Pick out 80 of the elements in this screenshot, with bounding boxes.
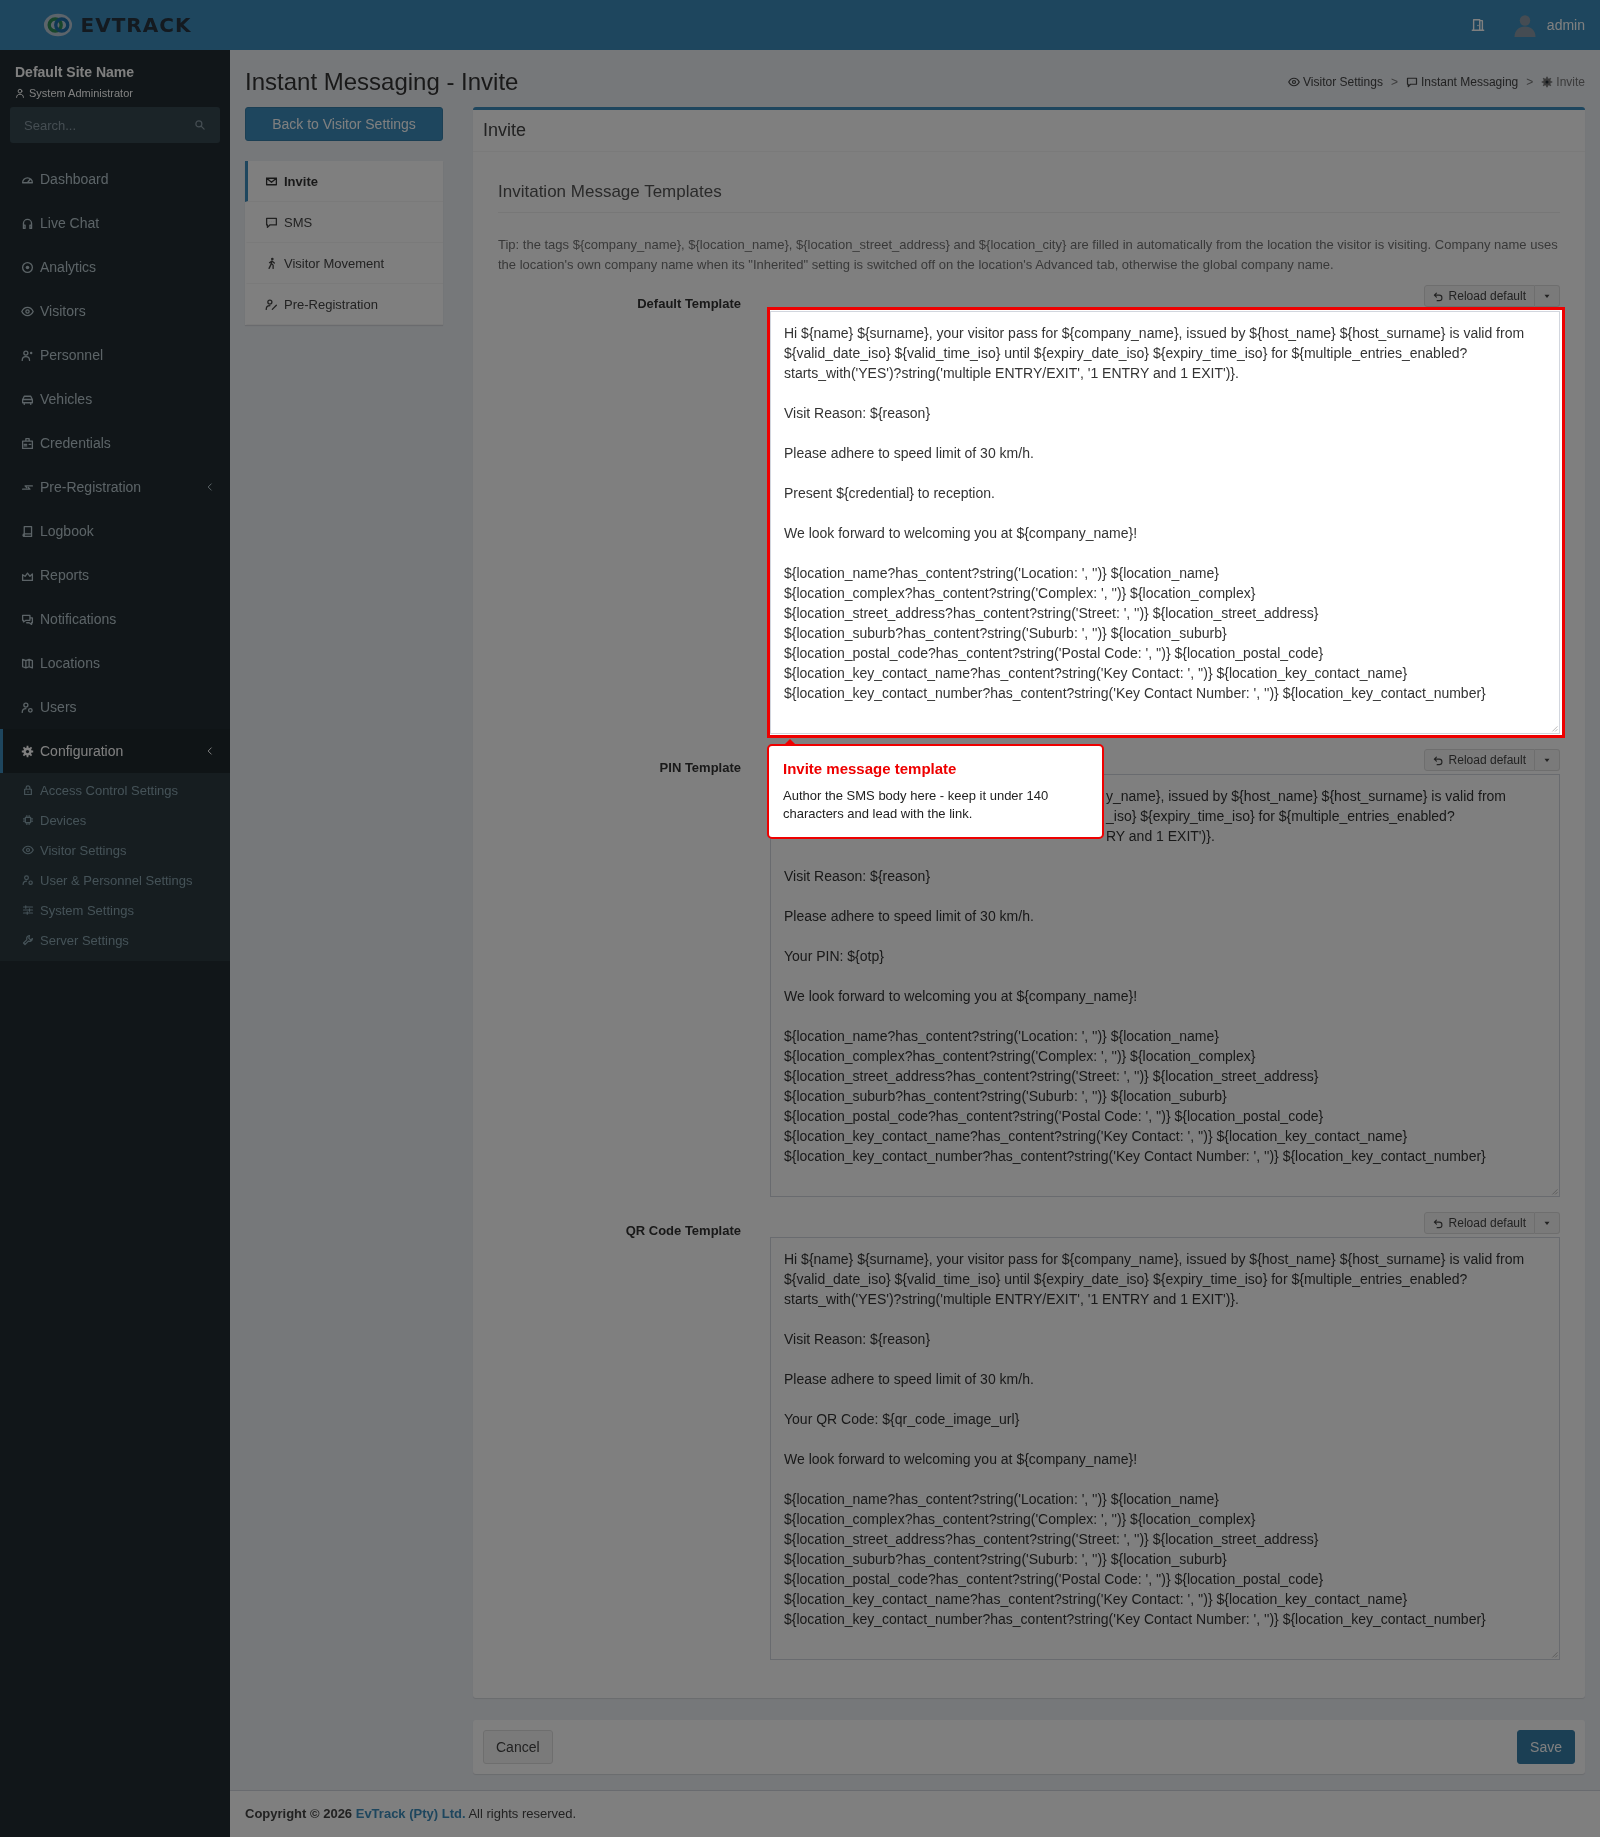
wrench-icon [22,934,34,946]
breadcrumb-separator: > [1526,74,1534,89]
dropdown-button[interactable] [1535,1212,1560,1234]
eye-icon [21,304,34,318]
copyright-text: Copyright © 2026 EvTrack (Pty) Ltd. All rights reserved. [245,1806,578,1821]
person-icon [15,88,25,98]
field-label: QR Code Template [624,1222,741,1240]
breadcrumb-link[interactable]: Instant Messaging [1405,74,1519,89]
resize-grip-icon [1549,723,1558,732]
menu-item[interactable]: Notifications [0,597,230,641]
target-icon [21,260,34,274]
search-icon [194,119,206,131]
tooltip-text: Author the SMS body here - keep it under 140 characters and lead with the link. [783,787,1050,823]
resize-grip-icon [1549,1186,1558,1195]
save-button[interactable]: Save [1517,1730,1575,1764]
template-textarea[interactable]: Hi ${name} ${surname}, your visitor pass for ${company_name}, issued by ${host_name} ${host_surname} is valid from ${valid_date_iso} ${valid_time_iso} until ${expiry_date_iso} ${expiry_time_iso} for ${multiple_entries_enabled? starts_with('YES')?string('multiple ENTRY/EXIT', '1 ENTRY and 1 EXIT')}. Visit Reason: ${reason} Please adhere to speed limit of 30 km/h. Present ${credential} to reception. We look forward to welcoming you at ${company_name}! ${location_name?has_content?string('Location: ', '')} ${location_name} ${location_complex?has_content?string('Complex: ', '')} ${location_complex} ${location_street_address?has_content?string('Street: ', '')} ${location_street_address} ${location_suburb?has_content?string('Suburb: ', '')} ${location_suburb} ${location_postal_code?has_content?string('Postal Code: ', '')} ${location_postal_code} ${location_key_contact_name?has_content?string('Key Contact: ', '')} ${location_key_contact_name} ${location_key_contact_number?has_content?string('Key Contact Number: ', '')} ${location_key_contact_number} [770,311,1560,734]
menu-item[interactable]: Vehicles [0,377,230,421]
eye-icon [1288,75,1301,88]
person-icon [265,297,278,311]
reload-default-button[interactable]: Reload default [1423,749,1535,771]
field-label: Default Template [636,295,741,313]
undo-icon [1432,1217,1444,1229]
page-title: Instant Messaging - Invite [245,67,519,96]
sliders-icon [22,904,34,916]
field-label: PIN Template [658,759,741,777]
nav-tab[interactable]: Visitor Movement [245,243,443,284]
id-card-icon [21,436,34,450]
menu-item[interactable]: Users [0,685,230,729]
users-icon [21,700,34,714]
eye-icon [22,844,34,856]
avatar-icon [1512,13,1537,37]
cancel-button[interactable]: Cancel [483,1730,553,1764]
breadcrumb-link[interactable]: Invite [1541,74,1585,89]
menu-item[interactable]: Personnel [0,333,230,377]
reload-default-button[interactable]: Reload default [1423,1212,1535,1234]
reload-default-button[interactable]: Reload default [1423,285,1535,307]
breadcrumb-link[interactable]: Visitor Settings [1288,74,1383,89]
user-menu-link[interactable]: admin [1546,17,1585,33]
chat-icon [1405,75,1418,88]
nav-tab[interactable]: Invite [245,161,443,202]
role-label: System Administrator [29,87,133,99]
lock-icon [22,784,34,796]
back-button[interactable]: Back to Visitor Settings [245,107,443,141]
menu-item[interactable]: Credentials [0,421,230,465]
template-textarea[interactable]: Hi ${name} ${surname}, your visitor pass for ${company_name}, issued by ${host_name} ${host_surname} is valid from ${valid_date_iso} ${valid_time_iso} until ${expiry_date_iso} ${expiry_time_iso} for ${multiple_entries_enabled? starts_with('YES')?string('multiple ENTRY/EXIT', '1 ENTRY and 1 EXIT')}. Visit Reason: ${reason} Please adhere to speed limit of 30 km/h. Your QR Code: ${qr_code_image_url} We look forward to welcoming you at ${company_name}! ${location_name?has_content?string('Location: ', '')} ${location_name} ${location_complex?has_content?string('Complex: ', '')} ${location_complex} ${location_street_address?has_content?string('Street: ', '')} ${location_street_address} ${location_suburb?has_content?string('Suburb: ', '')} ${location_suburb} ${location_postal_code?has_content?string('Postal Code: ', '')} ${location_postal_code} ${location_key_contact_name?has_content?string('Key Contact: ', '')} ${location_key_contact_name} ${location_key_contact_number?has_content?string('Key Contact Number: ', '')} ${location_key_contact_number} [770,1237,1560,1660]
tip-text: Tip: the tags ${company_name}, ${location_name}, ${location_street_address} and ${location_city} are filled in automatically from the location the visitor is visiting. Company name uses the location's own company name when its "Inherited" setting is switched off on the location's Advanced tab, otherwise the global company name. [498,236,1559,274]
book-icon [21,524,34,538]
undo-icon [1432,754,1444,766]
chat-icon [265,215,278,229]
dropdown-button[interactable] [1535,285,1560,307]
users-icon [22,874,34,886]
menu-item[interactable]: Visitors [0,289,230,333]
menu-item[interactable]: Locations [0,641,230,685]
menu-item[interactable]: Analytics [0,245,230,289]
menu-item[interactable]: Pre-Registration [0,465,230,509]
resize-grip-icon [1549,1649,1558,1658]
door-icon[interactable] [1470,18,1485,32]
headset-icon [21,216,34,230]
panel-title: Invite [483,120,527,141]
chat-icon [21,612,34,626]
tooltip-title: Invite message template [783,760,958,777]
undo-icon [1432,290,1444,302]
walking-person-icon [265,256,278,270]
menu-item[interactable]: Logbook [0,509,230,553]
dropdown-button[interactable] [1535,749,1560,771]
logo-text: EVTRACK [80,13,192,37]
company-link[interactable]: EvTrack (Pty) Ltd. [355,1806,466,1821]
map-icon [21,656,34,670]
nav-tab[interactable]: Pre-Registration [245,284,443,325]
gear-icon [1541,75,1554,88]
person-icon [21,348,34,362]
menu-item[interactable]: Dashboard [0,157,230,201]
section-title: Invitation Message Templates [498,182,1560,213]
gear-icon [21,744,34,758]
breadcrumb-separator: > [1390,74,1398,89]
nav-tab[interactable]: SMS [245,202,443,243]
site-name: Default Site Name [15,64,136,80]
chip-icon [22,814,34,826]
menu-item[interactable]: Live Chat [0,201,230,245]
menu-item[interactable]: Reports [0,553,230,597]
